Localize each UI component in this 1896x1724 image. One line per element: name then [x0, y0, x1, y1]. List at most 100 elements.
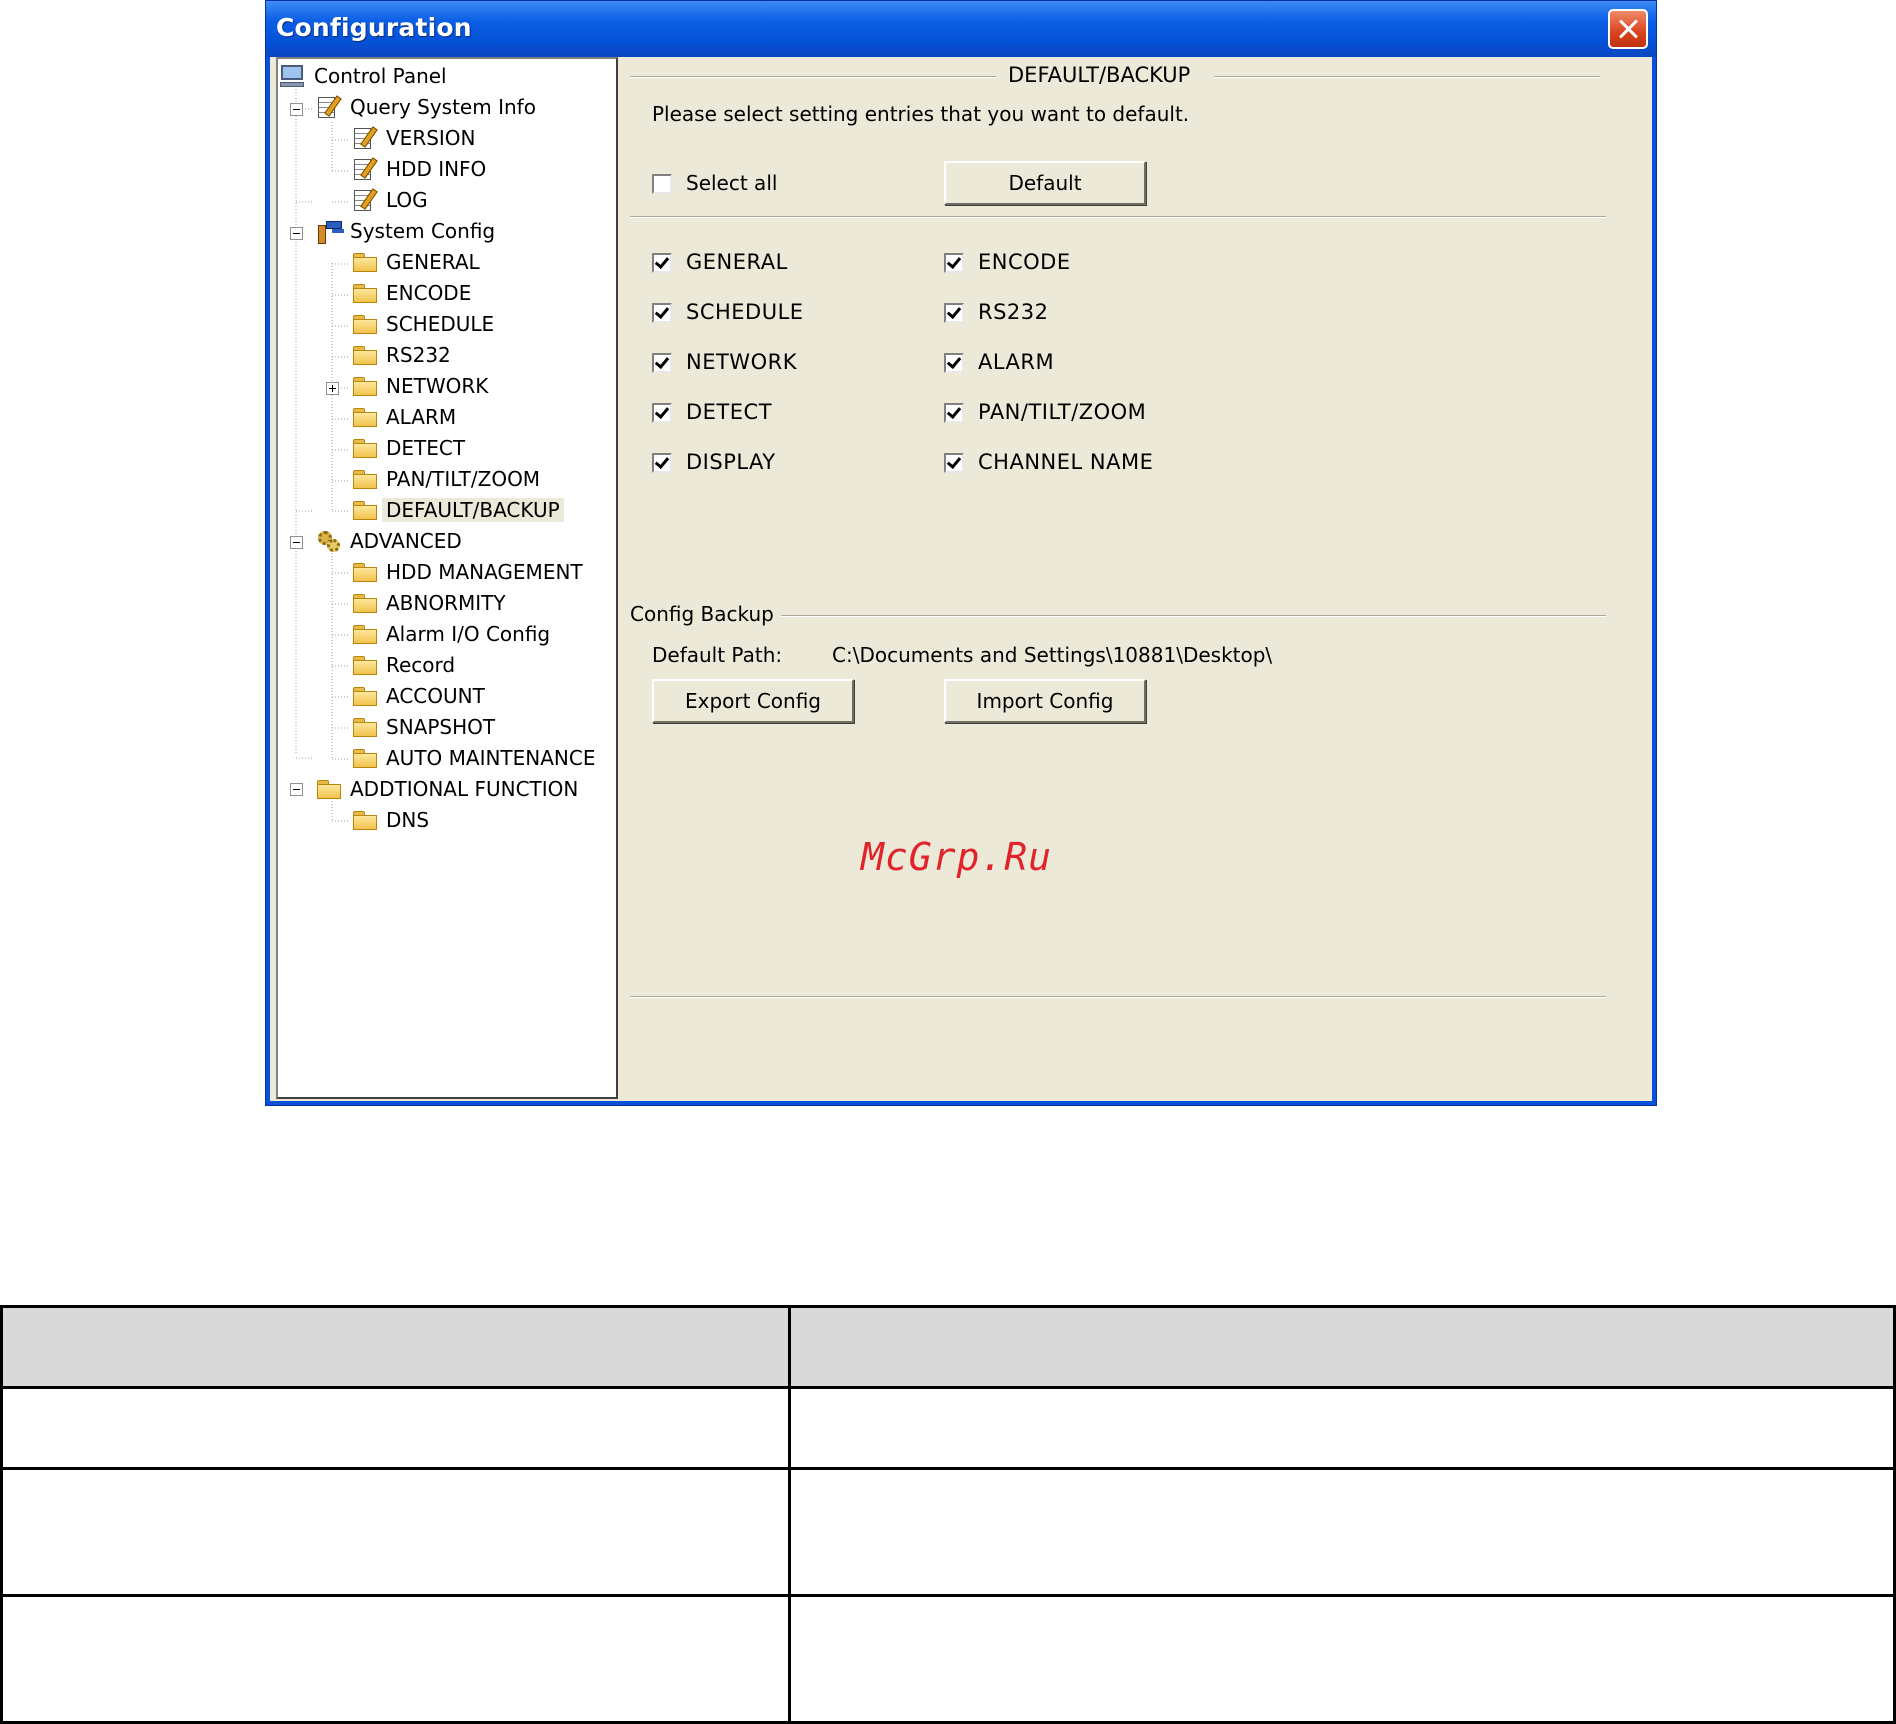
alarm-label: ALARM: [978, 350, 1055, 374]
tree-item-general[interactable]: GENERAL: [352, 247, 480, 277]
window-title: Configuration: [276, 13, 472, 42]
channel-name-checkbox[interactable]: [944, 453, 964, 473]
table-cell: [0, 1386, 791, 1470]
tree-item-detect[interactable]: DETECT: [352, 433, 465, 463]
collapse-addtional-function[interactable]: [290, 783, 303, 796]
table-cell: [788, 1467, 1896, 1597]
folder-icon: [352, 312, 378, 336]
folder-icon: [352, 560, 378, 584]
alarm-checkbox[interactable]: [944, 353, 964, 373]
config-backup-title: Config Backup: [630, 602, 774, 626]
section-divider: [630, 216, 1606, 218]
tree-item-hdd-info[interactable]: HDD INFO: [352, 154, 486, 184]
pan-tilt-zoom-label: PAN/TILT/ZOOM: [978, 400, 1147, 424]
tree-item-snapshot[interactable]: SNAPSHOT: [352, 712, 495, 742]
default-path-value: C:\Documents and Settings\10881\Desktop\: [832, 643, 1273, 667]
title-bar[interactable]: Configuration: [266, 1, 1656, 57]
tree-item-default-backup[interactable]: DEFAULT/BACKUP: [352, 495, 564, 525]
folder-icon: [352, 467, 378, 491]
bottom-divider: [630, 996, 1606, 998]
folder-icon: [352, 746, 378, 770]
tree-item-record[interactable]: Record: [352, 650, 455, 680]
table-cell: [0, 1467, 791, 1597]
table-row: [0, 1467, 1896, 1597]
display-label: DISPLAY: [686, 450, 776, 474]
import-config-button[interactable]: Import Config: [944, 679, 1146, 723]
notepad-icon: [352, 157, 378, 181]
collapse-advanced[interactable]: [290, 536, 303, 549]
config-tree[interactable]: Control Panel Query System Info VERSION …: [276, 57, 618, 1099]
pan-tilt-zoom-checkbox[interactable]: [944, 403, 964, 423]
default-instruction: Please select setting entries that you w…: [652, 102, 1190, 126]
tree-item-addtional-function[interactable]: ADDTIONAL FUNCTION: [316, 774, 578, 804]
default-path-label: Default Path:: [652, 643, 783, 667]
network-label: NETWORK: [686, 350, 797, 374]
table-header-row: [0, 1305, 1896, 1389]
table-cell: [788, 1594, 1896, 1724]
folder-open-icon: [352, 498, 378, 522]
folder-icon: [352, 653, 378, 677]
tree-item-dns[interactable]: DNS: [352, 805, 429, 835]
watermark: McGrp.Ru: [861, 835, 1053, 879]
folder-icon: [352, 622, 378, 646]
folder-icon: [352, 436, 378, 460]
rs232-label: RS232: [978, 300, 1049, 324]
folder-icon: [352, 250, 378, 274]
tree-item-alarm[interactable]: ALARM: [352, 402, 456, 432]
table-row: [0, 1386, 1896, 1470]
tree-item-rs232[interactable]: RS232: [352, 340, 451, 370]
encode-label: ENCODE: [978, 250, 1071, 274]
select-all-checkbox[interactable]: [652, 174, 672, 194]
detect-label: DETECT: [686, 400, 773, 424]
tree-item-hdd-management[interactable]: HDD MANAGEMENT: [352, 557, 583, 587]
default-backup-panel: DEFAULT/BACKUP Please select setting ent…: [624, 57, 1652, 1101]
group-divider: [1214, 76, 1600, 78]
tree-item-control-panel[interactable]: Control Panel: [280, 61, 447, 91]
tree-item-encode[interactable]: ENCODE: [352, 278, 471, 308]
tree-item-advanced[interactable]: ADVANCED: [316, 526, 462, 556]
tree-item-query-system-info[interactable]: Query System Info: [316, 92, 536, 122]
configuration-window: Configuration Control Panel Query System…: [265, 0, 1657, 1106]
detect-checkbox[interactable]: [652, 403, 672, 423]
tree-item-schedule[interactable]: SCHEDULE: [352, 309, 494, 339]
folder-icon: [316, 777, 342, 801]
gears-icon: [316, 529, 342, 553]
notepad-icon: [316, 95, 342, 119]
tree-item-account[interactable]: ACCOUNT: [352, 681, 485, 711]
tree-item-version[interactable]: VERSION: [352, 123, 476, 153]
general-checkbox[interactable]: [652, 253, 672, 273]
tree-item-system-config[interactable]: System Config: [316, 216, 495, 246]
tree-item-pan-tilt-zoom[interactable]: PAN/TILT/ZOOM: [352, 464, 540, 494]
tree-item-log[interactable]: LOG: [352, 185, 428, 215]
window-client: Control Panel Query System Info VERSION …: [270, 57, 1652, 1101]
encode-checkbox[interactable]: [944, 253, 964, 273]
export-config-button[interactable]: Export Config: [652, 679, 854, 723]
schedule-checkbox[interactable]: [652, 303, 672, 323]
tree-item-alarm-io-config[interactable]: Alarm I/O Config: [352, 619, 550, 649]
display-checkbox[interactable]: [652, 453, 672, 473]
schedule-label: SCHEDULE: [686, 300, 804, 324]
tree-item-abnormity[interactable]: ABNORMITY: [352, 588, 506, 618]
notepad-icon: [352, 126, 378, 150]
default-section-title: DEFAULT/BACKUP: [1008, 63, 1191, 87]
collapse-system-config[interactable]: [290, 227, 303, 240]
tree-item-network[interactable]: NETWORK: [352, 371, 488, 401]
table-row: [0, 1594, 1896, 1724]
tools-icon: [316, 219, 342, 244]
expand-network[interactable]: [326, 382, 339, 395]
folder-icon: [352, 374, 378, 398]
close-icon[interactable]: [1608, 9, 1648, 49]
tree-item-auto-maintenance[interactable]: AUTO MAINTENANCE: [352, 743, 596, 773]
folder-icon: [352, 343, 378, 367]
table-cell: [0, 1594, 791, 1724]
default-button[interactable]: Default: [944, 161, 1146, 205]
folder-icon: [352, 405, 378, 429]
general-label: GENERAL: [686, 250, 788, 274]
rs232-checkbox[interactable]: [944, 303, 964, 323]
collapse-query-system-info[interactable]: [290, 103, 303, 116]
table-cell: [788, 1386, 1896, 1470]
folder-icon: [352, 281, 378, 305]
computer-icon: [280, 64, 306, 88]
folder-icon: [352, 715, 378, 739]
network-checkbox[interactable]: [652, 353, 672, 373]
